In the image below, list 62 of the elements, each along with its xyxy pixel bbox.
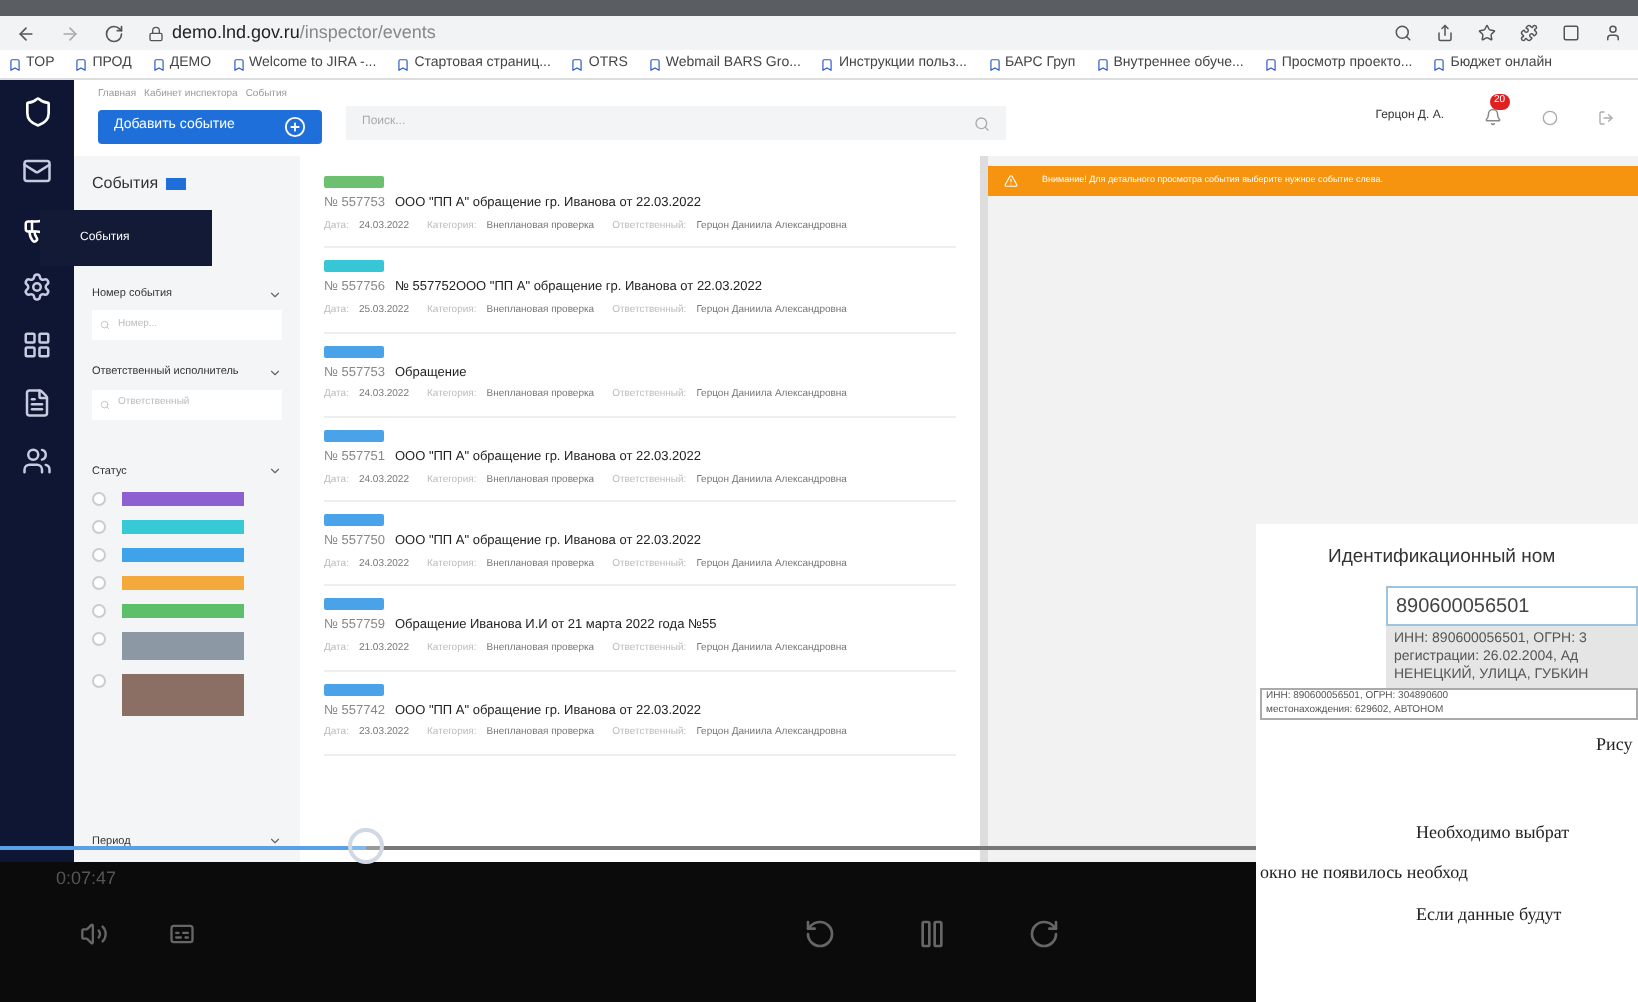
volume-icon[interactable] [80, 919, 108, 947]
bookmark-icon[interactable] [151, 57, 166, 71]
bookmark-icon[interactable] [1432, 57, 1447, 71]
profile-icon[interactable] [1604, 24, 1622, 42]
bookmark-icon[interactable] [647, 57, 662, 71]
status-checkbox[interactable] [92, 491, 106, 506]
nav-icon[interactable] [22, 272, 52, 302]
paragraph-line: Необходимо выбрат [1414, 819, 1572, 846]
bookmark-icon[interactable] [8, 57, 22, 71]
reload-icon[interactable] [104, 23, 124, 43]
rewind-icon[interactable] [804, 917, 836, 949]
forward-icon[interactable] [1028, 917, 1060, 949]
status-checkbox[interactable] [92, 603, 106, 618]
bell-icon[interactable] [1484, 108, 1502, 126]
bookmark-icon[interactable] [820, 57, 835, 71]
paragraph-line: Если данные будут [1414, 901, 1564, 928]
field-label: Идентификационный ном [1326, 544, 1558, 572]
logo-icon[interactable] [21, 96, 53, 128]
progress-thumb[interactable] [347, 828, 384, 864]
chevron-icon[interactable] [268, 365, 282, 380]
status-tag[interactable] [122, 673, 244, 716]
star-icon[interactable] [1478, 24, 1496, 42]
back-icon[interactable] [16, 23, 36, 43]
captions-icon[interactable] [168, 919, 196, 947]
count-badge [166, 178, 187, 190]
warning-icon [1004, 174, 1018, 188]
nav-icon[interactable] [22, 388, 52, 418]
bookmark-icon[interactable] [231, 57, 246, 71]
status-tag[interactable] [122, 491, 244, 506]
status-tag[interactable] [122, 631, 244, 660]
nav-icon[interactable] [22, 330, 52, 360]
chevron-icon[interactable] [268, 464, 282, 479]
status-checkbox[interactable] [92, 519, 106, 534]
share-icon[interactable] [1436, 24, 1454, 42]
chevron-icon[interactable] [268, 834, 282, 849]
time-text: 0:07:47 [56, 866, 117, 892]
search-icon [100, 399, 110, 409]
bookmark-icon[interactable] [396, 57, 411, 71]
panel-title: События [92, 172, 159, 196]
bookmark-icon[interactable] [987, 57, 1001, 71]
nav-icon[interactable] [22, 156, 52, 186]
square-icon[interactable] [1562, 24, 1580, 42]
status-checkbox[interactable] [92, 547, 106, 562]
puzzle-icon[interactable] [1520, 24, 1538, 42]
search-icon [100, 320, 110, 331]
status-checkbox[interactable] [92, 631, 106, 646]
search-icon[interactable] [1394, 24, 1412, 42]
paragraph-line: окно не появилось необход [1258, 860, 1470, 887]
chevron-icon[interactable] [268, 287, 282, 302]
status-checkbox[interactable] [92, 673, 106, 688]
status-checkbox[interactable] [92, 575, 106, 590]
url-text[interactable]: demo.lnd.gov.ru/inspector/events [172, 19, 436, 47]
pause-icon[interactable] [916, 917, 948, 949]
bookmark-icon[interactable] [570, 57, 585, 71]
plus-icon [284, 115, 306, 137]
search-icon [974, 115, 990, 131]
nav-icon[interactable] [22, 446, 52, 476]
lock-icon [148, 25, 164, 41]
bookmark-icon[interactable] [1095, 57, 1110, 71]
bookmark-icon[interactable] [74, 57, 89, 71]
figure-caption: Рису [1594, 732, 1635, 759]
bookmark-icon[interactable] [1263, 57, 1278, 71]
